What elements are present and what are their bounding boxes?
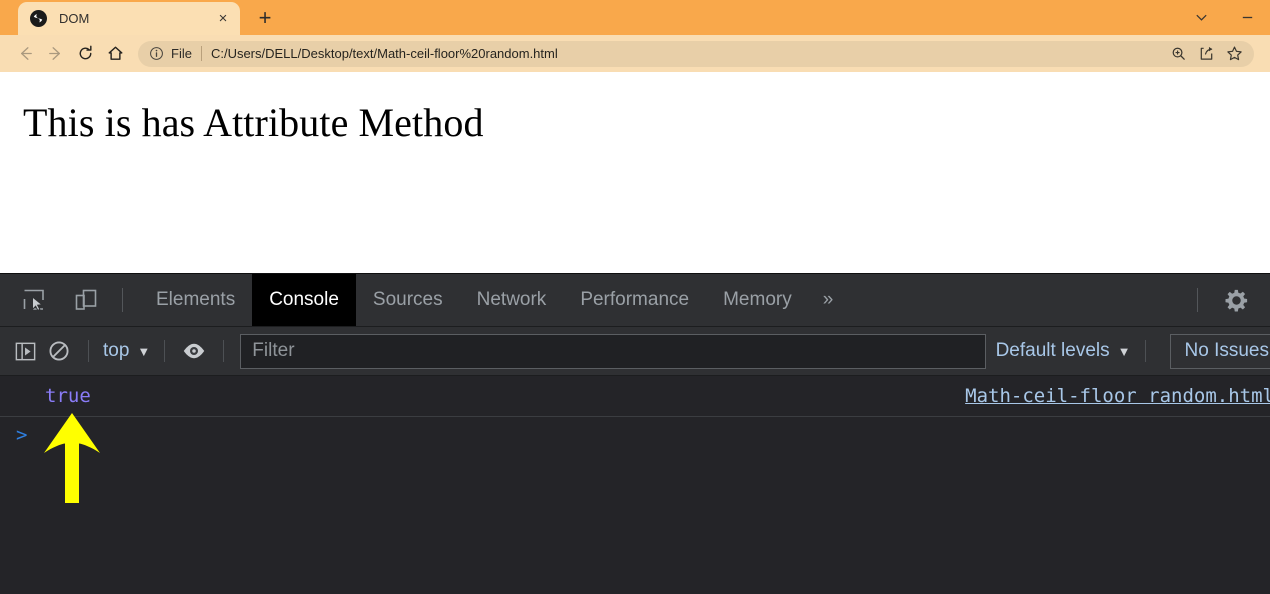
log-levels-value: Default levels (996, 340, 1110, 362)
console-message-source-link[interactable]: Math-ceil-floor random.html (965, 385, 1270, 407)
tab-network[interactable]: Network (460, 274, 564, 326)
url-text: C:/Users/DELL/Desktop/text/Math-ceil-flo… (211, 46, 558, 61)
omnibox-divider (201, 46, 202, 61)
filter-placeholder: Filter (252, 340, 294, 362)
settings-divider (1197, 288, 1198, 312)
console-divider-1 (88, 340, 89, 362)
console-divider-3 (223, 340, 224, 362)
toolbar-divider (122, 288, 123, 312)
device-toolbar-icon[interactable] (66, 280, 106, 320)
tab-performance[interactable]: Performance (563, 274, 706, 326)
forward-button[interactable] (40, 39, 70, 69)
omnibox-actions (1164, 41, 1248, 67)
tab-search-icon[interactable] (1178, 0, 1224, 35)
window-controls (1178, 0, 1270, 35)
zoom-magnifier-icon[interactable] (1164, 41, 1192, 67)
filter-input[interactable]: Filter (240, 334, 985, 369)
console-toolbar: top ▼ Filter Default levels ▼ No Issues (0, 327, 1270, 376)
gear-icon[interactable] (1214, 278, 1258, 322)
star-icon[interactable] (1220, 41, 1248, 67)
issues-button[interactable]: No Issues (1170, 334, 1270, 369)
console-output: true Math-ceil-floor random.html > (0, 376, 1270, 594)
execution-context-value: top (103, 340, 129, 362)
console-prompt[interactable]: > (0, 417, 1270, 453)
home-button[interactable] (100, 39, 130, 69)
new-tab-button[interactable]: + (250, 3, 280, 33)
tab-memory[interactable]: Memory (706, 274, 809, 326)
back-button[interactable] (10, 39, 40, 69)
tab-sources[interactable]: Sources (356, 274, 460, 326)
close-tab-icon[interactable]: × (214, 10, 232, 28)
clear-console-icon[interactable] (42, 334, 76, 368)
browser-toolbar: File C:/Users/DELL/Desktop/text/Math-cei… (0, 35, 1270, 72)
page-heading: This is has Attribute Method (0, 72, 1270, 146)
log-levels-select[interactable]: Default levels ▼ (996, 340, 1133, 362)
console-divider-4 (1145, 340, 1146, 362)
security-label: File (171, 46, 192, 61)
globe-swirl-icon (30, 10, 47, 27)
devtools-panel: Elements Console Sources Network Perform… (0, 273, 1270, 594)
chevron-down-icon-levels: ▼ (1118, 344, 1131, 359)
minimize-button[interactable] (1224, 0, 1270, 35)
execution-context-select[interactable]: top ▼ (101, 340, 152, 362)
browser-tab-dom[interactable]: DOM × (18, 2, 240, 35)
reload-button[interactable] (70, 39, 100, 69)
live-expression-eye-icon[interactable] (177, 334, 211, 368)
console-message-value: true (45, 385, 91, 407)
console-divider-2 (164, 340, 165, 362)
prompt-caret-icon: > (16, 426, 27, 445)
chevron-down-icon: ▼ (137, 344, 150, 359)
console-sidebar-icon[interactable] (8, 334, 42, 368)
address-bar[interactable]: File C:/Users/DELL/Desktop/text/Math-cei… (138, 41, 1254, 67)
share-icon[interactable] (1192, 41, 1220, 67)
tab-strip: DOM × + (0, 0, 1270, 35)
tab-title: DOM (59, 11, 214, 26)
page-viewport: This is has Attribute Method (0, 72, 1270, 273)
tab-elements[interactable]: Elements (139, 274, 252, 326)
site-info-icon[interactable] (148, 46, 164, 62)
console-message-row[interactable]: true Math-ceil-floor random.html (0, 376, 1270, 417)
tab-console[interactable]: Console (252, 274, 356, 326)
devtools-tabbar: Elements Console Sources Network Perform… (0, 274, 1270, 327)
inspect-element-icon[interactable] (14, 280, 54, 320)
browser-window: DOM × + (0, 0, 1270, 594)
more-tabs-icon[interactable]: » (809, 274, 848, 326)
